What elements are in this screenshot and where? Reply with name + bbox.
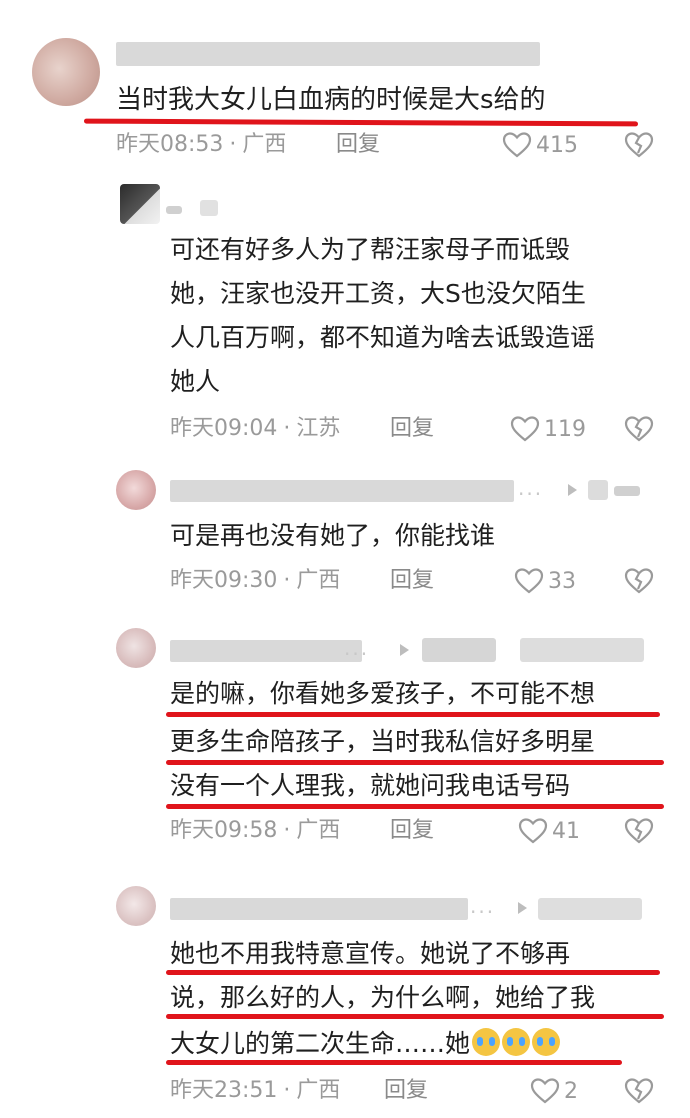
avatar[interactable] xyxy=(32,38,100,106)
username-blurred[interactable] xyxy=(116,42,540,66)
avatar[interactable] xyxy=(116,886,156,926)
comment-text-line: 可还有好多人为了帮汪家母子而诋毁 xyxy=(170,235,571,264)
reply-to-username-blurred xyxy=(422,638,496,662)
username-ellipsis: ... xyxy=(344,636,370,660)
comment-text-line: 更多生命陪孩子，当时我私信好多明星 xyxy=(170,727,596,756)
meta-separator: · xyxy=(283,1078,291,1103)
like-count: 33 xyxy=(548,568,576,594)
comment-text-line: 没有一个人理我，就她问我电话号码 xyxy=(170,771,571,800)
like-count: 2 xyxy=(564,1078,578,1104)
reply-button[interactable]: 回复 xyxy=(390,816,434,846)
avatar[interactable] xyxy=(116,628,156,668)
comment-time: 昨天08:53 xyxy=(116,132,224,157)
broken-heart-icon[interactable] xyxy=(624,414,654,444)
like-count: 41 xyxy=(552,818,580,844)
comment-meta: 昨天09:58 · 广西 xyxy=(170,816,340,846)
broken-heart-icon[interactable] xyxy=(624,566,654,596)
like-button[interactable]: 41 xyxy=(518,816,580,846)
red-underline xyxy=(166,970,660,975)
comment-time: 昨天09:58 xyxy=(170,818,278,843)
red-underline xyxy=(166,1014,664,1019)
red-underline xyxy=(166,1060,622,1065)
reply-to-arrow-icon xyxy=(518,902,527,914)
broken-heart-icon[interactable] xyxy=(624,1076,654,1106)
heart-outline-icon xyxy=(530,1078,560,1104)
comment-location: 广西 xyxy=(296,1078,341,1103)
like-count: 415 xyxy=(536,132,578,158)
reply-button[interactable]: 回复 xyxy=(390,566,434,596)
comment-text-line: 当时我大女儿白血病的时候是大s给的 xyxy=(116,85,546,115)
comment-location: 广西 xyxy=(296,818,341,843)
comment-meta: 昨天23:51 · 广西 xyxy=(170,1076,340,1106)
avatar[interactable] xyxy=(116,470,156,510)
reply-to-username-blurred xyxy=(520,638,644,662)
meta-separator: · xyxy=(283,818,291,843)
comment-text-line: 人几百万啊，都不知道为啥去诋毁造谣 xyxy=(170,323,596,352)
red-underline xyxy=(166,804,664,809)
comment-meta: 昨天08:53 · 广西 xyxy=(116,130,286,160)
crying-face-emoji xyxy=(532,1028,561,1056)
comment-text-line: 她，汪家也没开工资，大S也没欠陌生 xyxy=(170,279,586,308)
comment-time: 昨天23:51 xyxy=(170,1078,278,1103)
comment-meta: 昨天09:30 · 广西 xyxy=(170,566,340,596)
meta-separator: · xyxy=(283,416,291,441)
comment-text-line: 是的嘛，你看她多爱孩子，不可能不想 xyxy=(170,679,596,708)
username-blurred[interactable] xyxy=(166,206,182,214)
heart-outline-icon xyxy=(514,568,544,594)
username-ellipsis: ... xyxy=(518,476,544,500)
username-blurred[interactable] xyxy=(170,480,514,502)
like-button[interactable]: 33 xyxy=(514,566,576,596)
username-blurred[interactable] xyxy=(170,898,468,920)
reply-to-arrow-icon xyxy=(568,484,577,496)
comment-time: 昨天09:30 xyxy=(170,568,278,593)
broken-heart-icon[interactable] xyxy=(624,816,654,846)
heart-outline-icon xyxy=(510,416,540,442)
reply-to-username-blurred xyxy=(614,486,640,496)
reply-to-arrow-icon xyxy=(400,644,409,656)
username-blurred[interactable] xyxy=(170,640,362,662)
comment-location: 江苏 xyxy=(296,416,341,441)
heart-outline-icon xyxy=(518,818,548,844)
username-ellipsis: ... xyxy=(470,894,496,918)
reply-to-username-blurred xyxy=(538,898,642,920)
comment-location: 广西 xyxy=(296,568,341,593)
comment-location: 广西 xyxy=(242,132,287,157)
comment-meta: 昨天09:04 · 江苏 xyxy=(170,414,340,444)
reply-button[interactable]: 回复 xyxy=(384,1076,428,1106)
comment-text-line: 她人 xyxy=(170,367,221,396)
heart-outline-icon xyxy=(502,132,532,158)
reply-button[interactable]: 回复 xyxy=(336,130,380,160)
comment-text-line: 可是再也没有她了，你能找谁 xyxy=(170,521,496,550)
comment-text: 大女儿的第二次生命……她 xyxy=(170,1029,471,1058)
red-underline xyxy=(166,712,660,717)
crying-face-emoji xyxy=(472,1028,501,1056)
username-blurred[interactable] xyxy=(200,200,218,216)
like-button[interactable]: 119 xyxy=(510,414,586,444)
comment-time: 昨天09:04 xyxy=(170,416,278,441)
meta-separator: · xyxy=(283,568,291,593)
reply-to-username-blurred xyxy=(588,480,608,500)
meta-separator: · xyxy=(229,132,237,157)
like-button[interactable]: 2 xyxy=(530,1076,578,1106)
crying-face-emoji xyxy=(502,1028,531,1056)
like-button[interactable]: 415 xyxy=(502,130,578,160)
red-underline xyxy=(83,118,639,127)
avatar[interactable] xyxy=(120,184,160,224)
reply-button[interactable]: 回复 xyxy=(390,414,434,444)
like-count: 119 xyxy=(544,416,586,442)
broken-heart-icon[interactable] xyxy=(624,130,654,160)
